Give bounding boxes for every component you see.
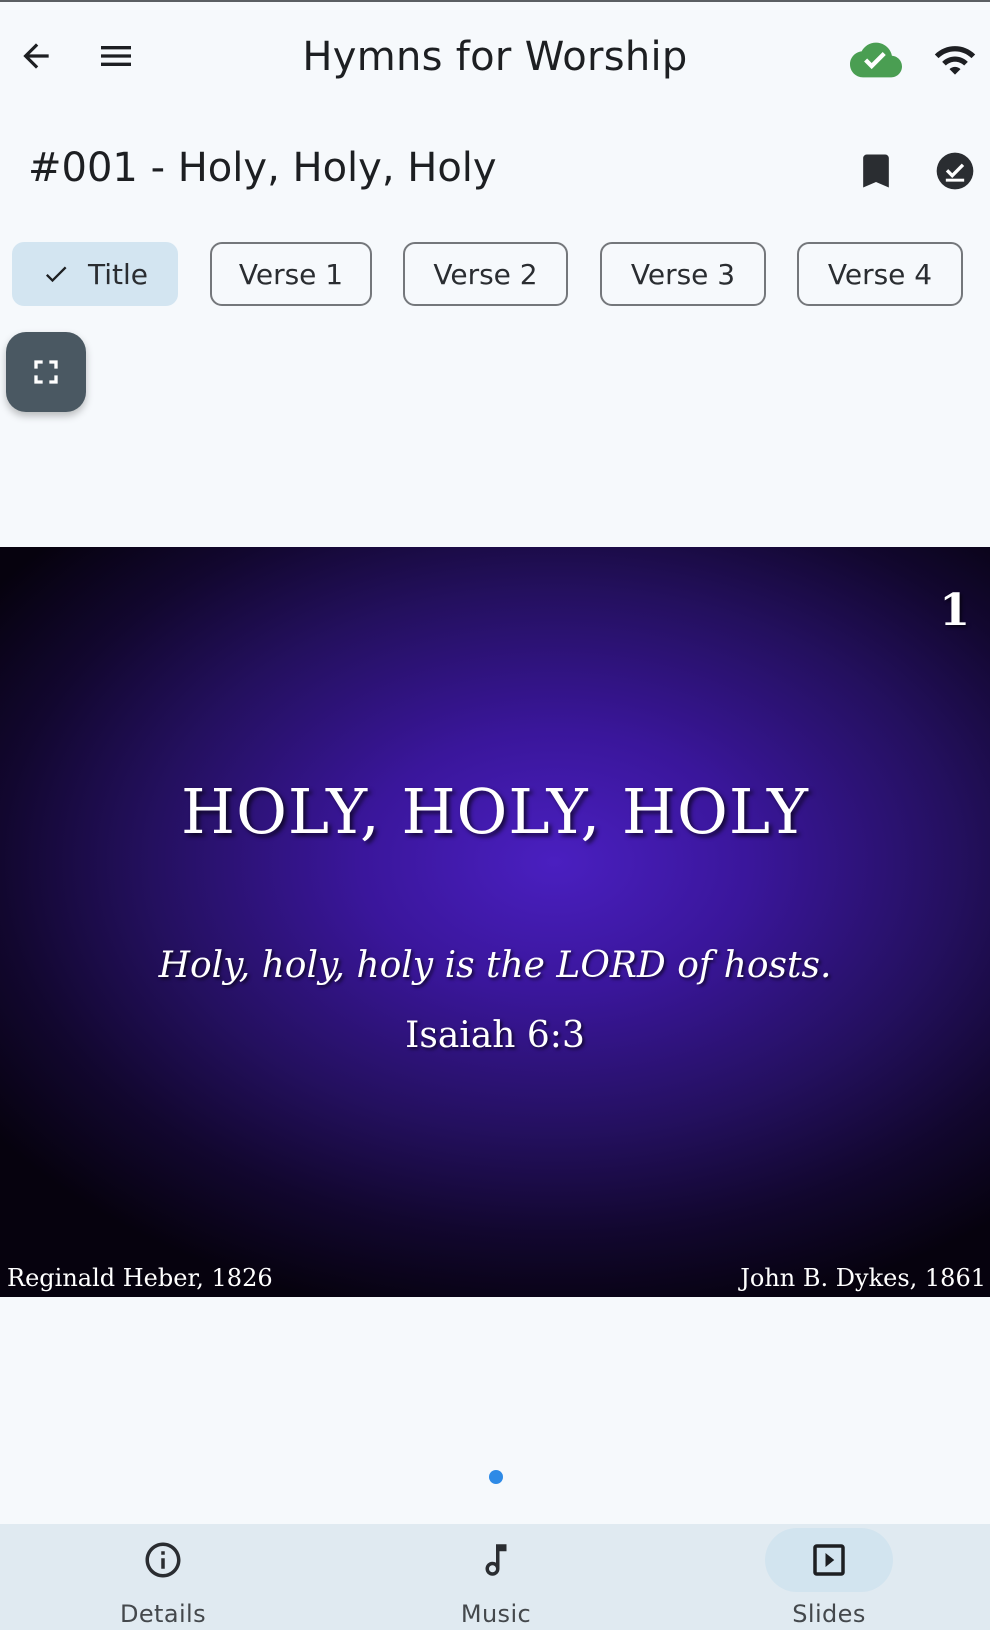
app-bar: Hymns for Worship [0,2,990,112]
check-circle-icon [936,152,974,190]
fullscreen-button[interactable] [6,332,86,412]
wifi-status-button[interactable] [930,36,980,84]
bookmark-button[interactable] [852,145,900,197]
menu-icon [101,46,131,66]
chip-label: Verse 2 [433,257,538,291]
slide-author: Reginald Heber, 1826 [7,1264,273,1292]
menu-button[interactable] [92,32,140,80]
slideshow-icon [765,1528,893,1592]
chip-label: Verse 3 [630,257,736,291]
music-note-icon [432,1528,560,1592]
chip-verse-4[interactable]: Verse 4 [797,242,963,306]
nav-music[interactable]: Music [396,1524,596,1630]
cloud-done-icon [850,42,902,78]
check-icon [42,260,70,288]
arrow-back-icon [23,43,49,69]
nav-label: Music [460,1600,532,1628]
sync-status-button[interactable] [846,36,906,84]
slide-composer: John B. Dykes, 1861 [740,1264,986,1292]
slide-display[interactable]: 1 HOLY, HOLY, HOLY Holy, holy, holy is t… [0,547,990,1297]
hymn-title: #001 - Holy, Holy, Holy [28,145,497,191]
nav-slides[interactable]: Slides [729,1524,929,1630]
fullscreen-icon [34,360,58,384]
bottom-navigation: Details Music Slides [0,1524,990,1630]
slide-reference: Isaiah 6:3 [405,1015,585,1056]
hymn-slides-screen: Hymns for Worship #001 - Holy, Holy, Hol… [0,0,990,1630]
chip-verse-1[interactable]: Verse 1 [210,242,372,306]
chip-label: Title [87,257,148,291]
nav-label: Details [119,1600,206,1628]
chip-label: Verse 4 [827,257,933,291]
info-icon [99,1528,227,1592]
chip-title[interactable]: Title [12,242,178,306]
nav-details[interactable]: Details [63,1524,263,1630]
slide-number: 1 [939,585,970,636]
back-button[interactable] [12,32,60,80]
wifi-icon [934,46,976,75]
nav-label: Slides [792,1600,866,1628]
slide-quote: Holy, holy, holy is the LORD of hosts. [158,945,832,986]
slide-heading: HOLY, HOLY, HOLY [181,775,809,848]
mark-done-button[interactable] [930,145,980,197]
page-indicator-dot [489,1470,503,1484]
app-title: Hymns for Worship [302,34,688,80]
chip-verse-3[interactable]: Verse 3 [600,242,766,306]
chip-verse-2[interactable]: Verse 2 [403,242,568,306]
bookmark-icon [863,154,889,188]
chip-label: Verse 1 [238,257,344,291]
